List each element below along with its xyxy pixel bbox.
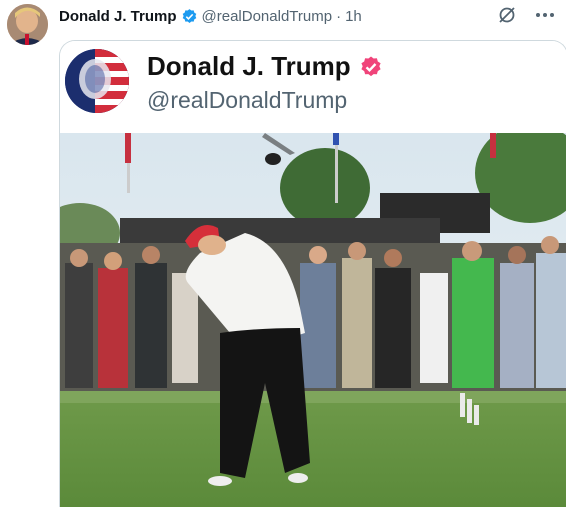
embedded-post-header: Donald J. Trump @realDonaldTrump: [60, 41, 566, 133]
profile-photo-icon: [7, 4, 48, 45]
embedded-author-handle: @realDonaldTrump: [147, 87, 348, 113]
grok-icon: [499, 7, 515, 23]
tweet-header: Donald J. Trump @realDonaldTrump · 1h: [59, 6, 362, 26]
separator-dot: ·: [336, 7, 342, 25]
golf-video-frame: [60, 133, 566, 507]
tweet-media[interactable]: Donald J. Trump @realDonaldTrump: [59, 40, 566, 507]
more-icon: [536, 13, 554, 17]
embedded-verified-icon: [361, 56, 381, 76]
avatar[interactable]: [7, 4, 48, 45]
verified-badge-icon: [182, 8, 196, 23]
author-handle[interactable]: @realDonaldTrump: [202, 8, 333, 25]
tweet-actions: [496, 4, 556, 26]
flag-portrait-icon: [65, 49, 129, 113]
more-button[interactable]: [534, 4, 556, 26]
author-name[interactable]: Donald J. Trump: [59, 8, 177, 25]
embedded-avatar: [65, 49, 129, 113]
embedded-name-text: Donald J. Trump: [147, 51, 351, 81]
embedded-author-name: Donald J. Trump: [147, 51, 383, 82]
timestamp[interactable]: 1h: [345, 8, 362, 25]
grok-button[interactable]: [496, 4, 518, 26]
